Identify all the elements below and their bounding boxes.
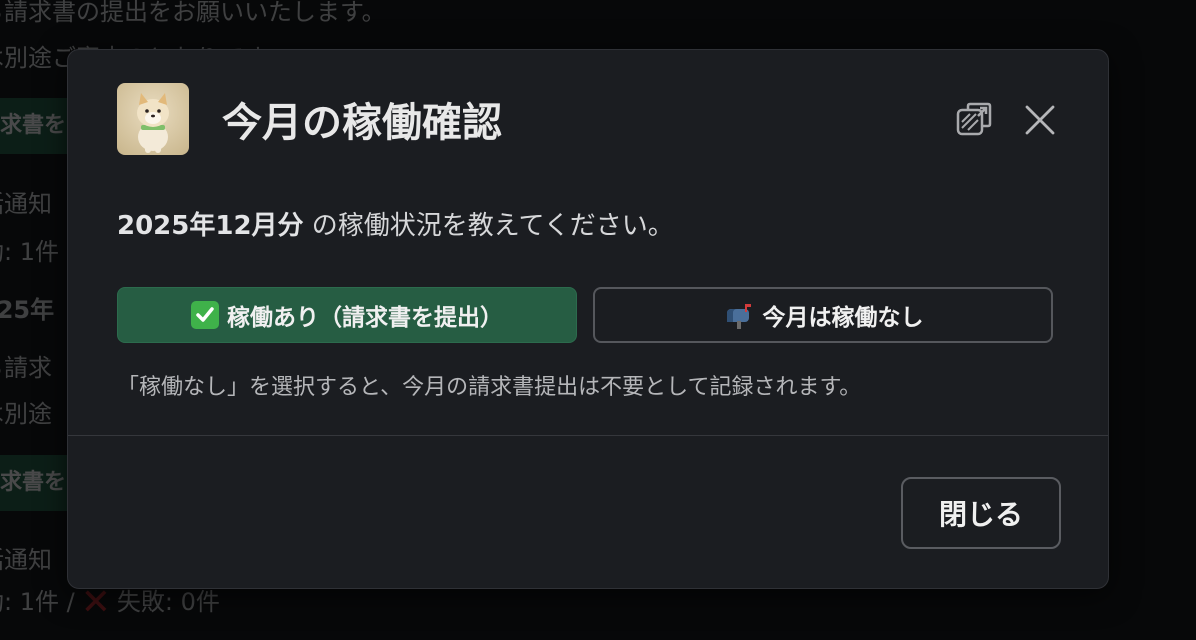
question-body: の稼働状況を教えてください。 [303,211,674,241]
close-button-label: 閉じる [938,498,1023,531]
modal-title: 今月の稼働確認 [222,100,502,146]
shiba-dog-avatar-icon [117,83,189,155]
popout-icon[interactable] [952,98,996,142]
check-mark-icon [191,301,219,329]
not-working-button-label: 今月は稼働なし [762,305,924,331]
helper-note: 「稼働なし」を選択すると、今月の請求書提出は不要として記録されます。 [117,375,862,400]
working-button-label: 稼働あり（請求書を提出） [227,305,503,331]
close-icon[interactable] [1018,98,1062,142]
mailbox-icon [723,301,755,329]
close-button[interactable]: 閉じる [901,477,1061,549]
not-working-button[interactable]: 今月は稼働なし [593,287,1053,343]
question-month: 2025年12月分 [117,211,304,241]
footer-divider [68,435,1108,436]
confirm-modal: 今月の稼働確認 2025年12月分 の稼働状況を教えてください。 稼働あり（請求… [67,49,1109,589]
question-text: 2025年12月分 の稼働状況を教えてください。 [117,205,674,242]
working-submit-invoice-button[interactable]: 稼働あり（請求書を提出） [117,287,577,343]
